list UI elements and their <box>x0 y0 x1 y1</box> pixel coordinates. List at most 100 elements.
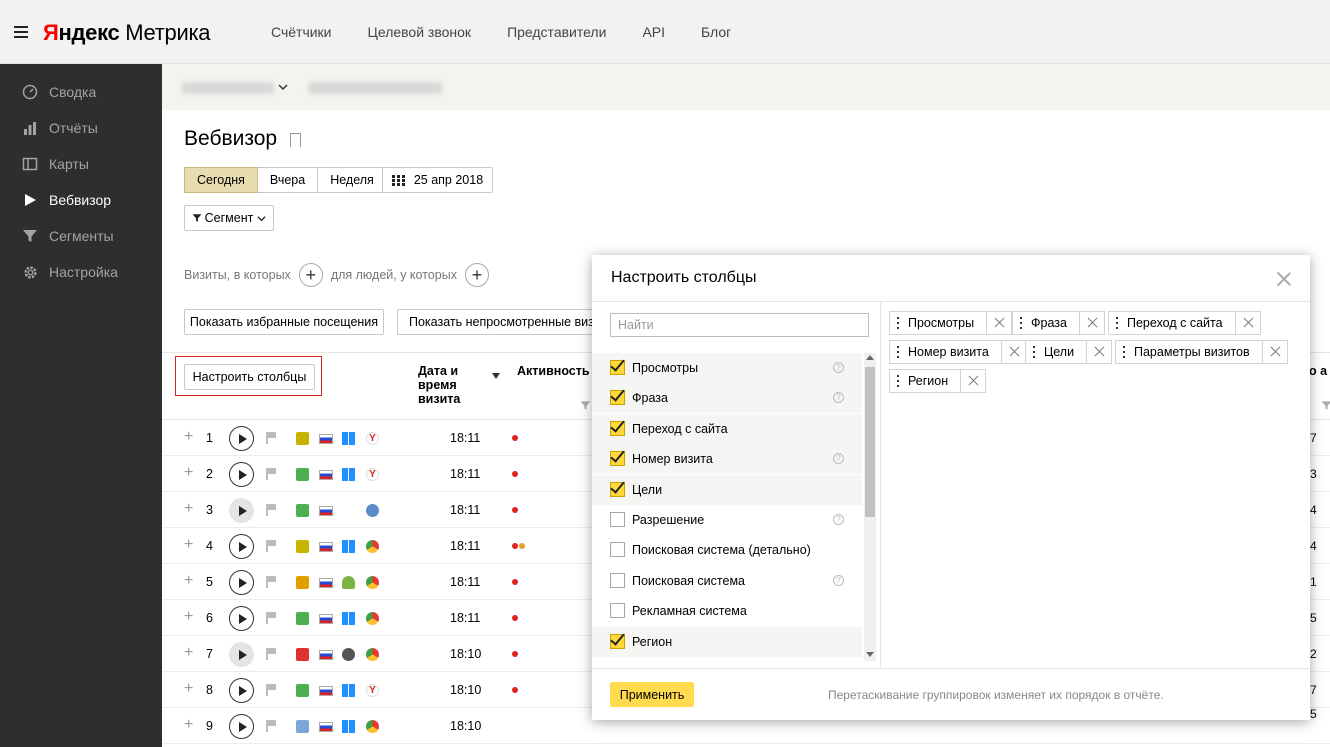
flag-icon[interactable] <box>266 540 276 552</box>
checkbox[interactable] <box>610 477 625 497</box>
checkbox[interactable] <box>610 603 625 619</box>
sidebar-item-settings[interactable]: Настройка <box>0 254 162 290</box>
column-option[interactable]: Просмотры? <box>592 353 862 383</box>
expand-icon[interactable]: + <box>184 716 193 734</box>
search-input[interactable]: Найти <box>610 313 869 337</box>
column-header-activity[interactable]: Активность <box>517 364 590 378</box>
flag-icon[interactable] <box>266 684 276 696</box>
date-picker-button[interactable]: 25 апр 2018 <box>382 167 493 193</box>
remove-icon[interactable] <box>986 311 1011 335</box>
drag-handle-icon[interactable] <box>1116 317 1119 329</box>
period-today[interactable]: Сегодня <box>184 167 258 193</box>
column-option[interactable]: Переход с сайта <box>592 413 862 444</box>
play-button[interactable] <box>229 678 254 703</box>
play-button[interactable] <box>229 606 254 631</box>
add-visit-filter-button[interactable]: + <box>298 263 323 287</box>
play-button[interactable] <box>229 534 254 559</box>
play-button[interactable] <box>229 426 254 451</box>
checkbox[interactable] <box>610 542 625 558</box>
sidebar-item-webvisor[interactable]: Вебвизор <box>0 182 162 218</box>
flag-icon[interactable] <box>266 576 276 588</box>
funnel-icon[interactable] <box>1321 399 1330 414</box>
flag-icon[interactable] <box>266 468 276 480</box>
help-icon[interactable]: ? <box>833 392 844 404</box>
menu-icon[interactable] <box>14 26 28 38</box>
help-icon[interactable]: ? <box>833 514 844 525</box>
expand-icon[interactable]: + <box>184 464 193 482</box>
play-button[interactable] <box>229 498 254 523</box>
segment-button[interactable]: Сегмент <box>184 205 274 231</box>
column-header-date-time[interactable]: Дата и время визита <box>418 364 468 406</box>
checkbox[interactable] <box>610 447 625 467</box>
remove-icon[interactable] <box>1261 340 1287 364</box>
apply-button[interactable]: Применить <box>610 682 694 707</box>
selected-column-chip[interactable]: Цели <box>1025 340 1113 364</box>
remove-icon[interactable] <box>1086 340 1111 364</box>
scroll-down-icon[interactable] <box>866 652 874 657</box>
column-option[interactable]: Регион <box>592 626 862 657</box>
sort-desc-icon[interactable] <box>492 367 500 382</box>
column-option[interactable]: Фраза? <box>592 383 862 414</box>
chevron-down-icon[interactable] <box>278 80 288 95</box>
column-option[interactable]: Разрешение? <box>592 505 862 535</box>
nav-counters[interactable]: Счётчики <box>271 24 332 40</box>
play-button[interactable] <box>229 570 254 595</box>
funnel-icon[interactable] <box>580 399 591 414</box>
close-icon[interactable] <box>1277 272 1291 286</box>
add-people-filter-button[interactable]: + <box>464 263 489 287</box>
checkbox[interactable] <box>610 572 625 588</box>
drag-handle-icon[interactable] <box>1033 346 1036 358</box>
scroll-up-icon[interactable] <box>866 355 874 360</box>
selected-column-chip[interactable]: Переход с сайта <box>1108 311 1261 335</box>
sidebar-item-summary[interactable]: Сводка <box>0 74 162 110</box>
sidebar-item-segments[interactable]: Сегменты <box>0 218 162 254</box>
drag-handle-icon[interactable] <box>897 346 900 358</box>
checkbox[interactable] <box>610 386 625 406</box>
remove-icon[interactable] <box>1234 311 1260 335</box>
nav-target-call[interactable]: Целевой звонок <box>368 24 472 40</box>
drag-handle-icon[interactable] <box>1020 317 1023 329</box>
drag-handle-icon[interactable] <box>1123 346 1126 358</box>
checkbox[interactable] <box>610 512 625 527</box>
help-icon[interactable]: ? <box>833 574 844 586</box>
show-favorites-button[interactable]: Показать избранные посещения <box>184 309 384 335</box>
drag-handle-icon[interactable] <box>897 317 900 329</box>
nav-blog[interactable]: Блог <box>701 24 731 40</box>
nav-representatives[interactable]: Представители <box>507 24 606 40</box>
period-yesterday[interactable]: Вчера <box>257 167 319 193</box>
sidebar-item-maps[interactable]: Карты <box>0 146 162 182</box>
remove-icon[interactable] <box>1000 340 1026 364</box>
selected-column-chip[interactable]: Номер визита <box>889 340 1027 364</box>
play-button[interactable] <box>229 714 254 739</box>
drag-handle-icon[interactable] <box>897 375 900 387</box>
help-icon[interactable]: ? <box>833 453 844 465</box>
period-week[interactable]: Неделя <box>318 167 387 193</box>
checkbox[interactable] <box>610 629 625 649</box>
column-option[interactable]: Номер визита? <box>592 444 862 475</box>
column-option[interactable]: Рекламная система <box>592 596 862 626</box>
checkbox[interactable] <box>610 356 625 375</box>
checkbox[interactable] <box>610 417 625 436</box>
expand-icon[interactable]: + <box>184 536 193 554</box>
column-option[interactable]: Поисковая система (детально) <box>592 535 862 565</box>
expand-icon[interactable]: + <box>184 644 193 662</box>
flag-icon[interactable] <box>266 648 276 660</box>
expand-icon[interactable]: + <box>184 680 193 698</box>
nav-api[interactable]: API <box>642 24 665 40</box>
selected-column-chip[interactable]: Фраза <box>1012 311 1105 335</box>
column-option[interactable]: Поисковая система? <box>592 566 862 596</box>
expand-icon[interactable]: + <box>184 500 193 518</box>
flag-icon[interactable] <box>266 432 276 444</box>
play-button[interactable] <box>229 462 254 487</box>
expand-icon[interactable]: + <box>184 428 193 446</box>
flag-icon[interactable] <box>266 720 276 732</box>
sidebar-item-reports[interactable]: Отчёты <box>0 110 162 146</box>
flag-icon[interactable] <box>266 504 276 516</box>
logo[interactable]: Яндекс Метрика <box>43 20 211 46</box>
remove-icon[interactable] <box>960 369 985 393</box>
expand-icon[interactable]: + <box>184 572 193 590</box>
expand-icon[interactable]: + <box>184 608 193 626</box>
play-button[interactable] <box>229 642 254 667</box>
remove-icon[interactable] <box>1078 311 1104 335</box>
selected-column-chip[interactable]: Регион <box>889 369 987 393</box>
